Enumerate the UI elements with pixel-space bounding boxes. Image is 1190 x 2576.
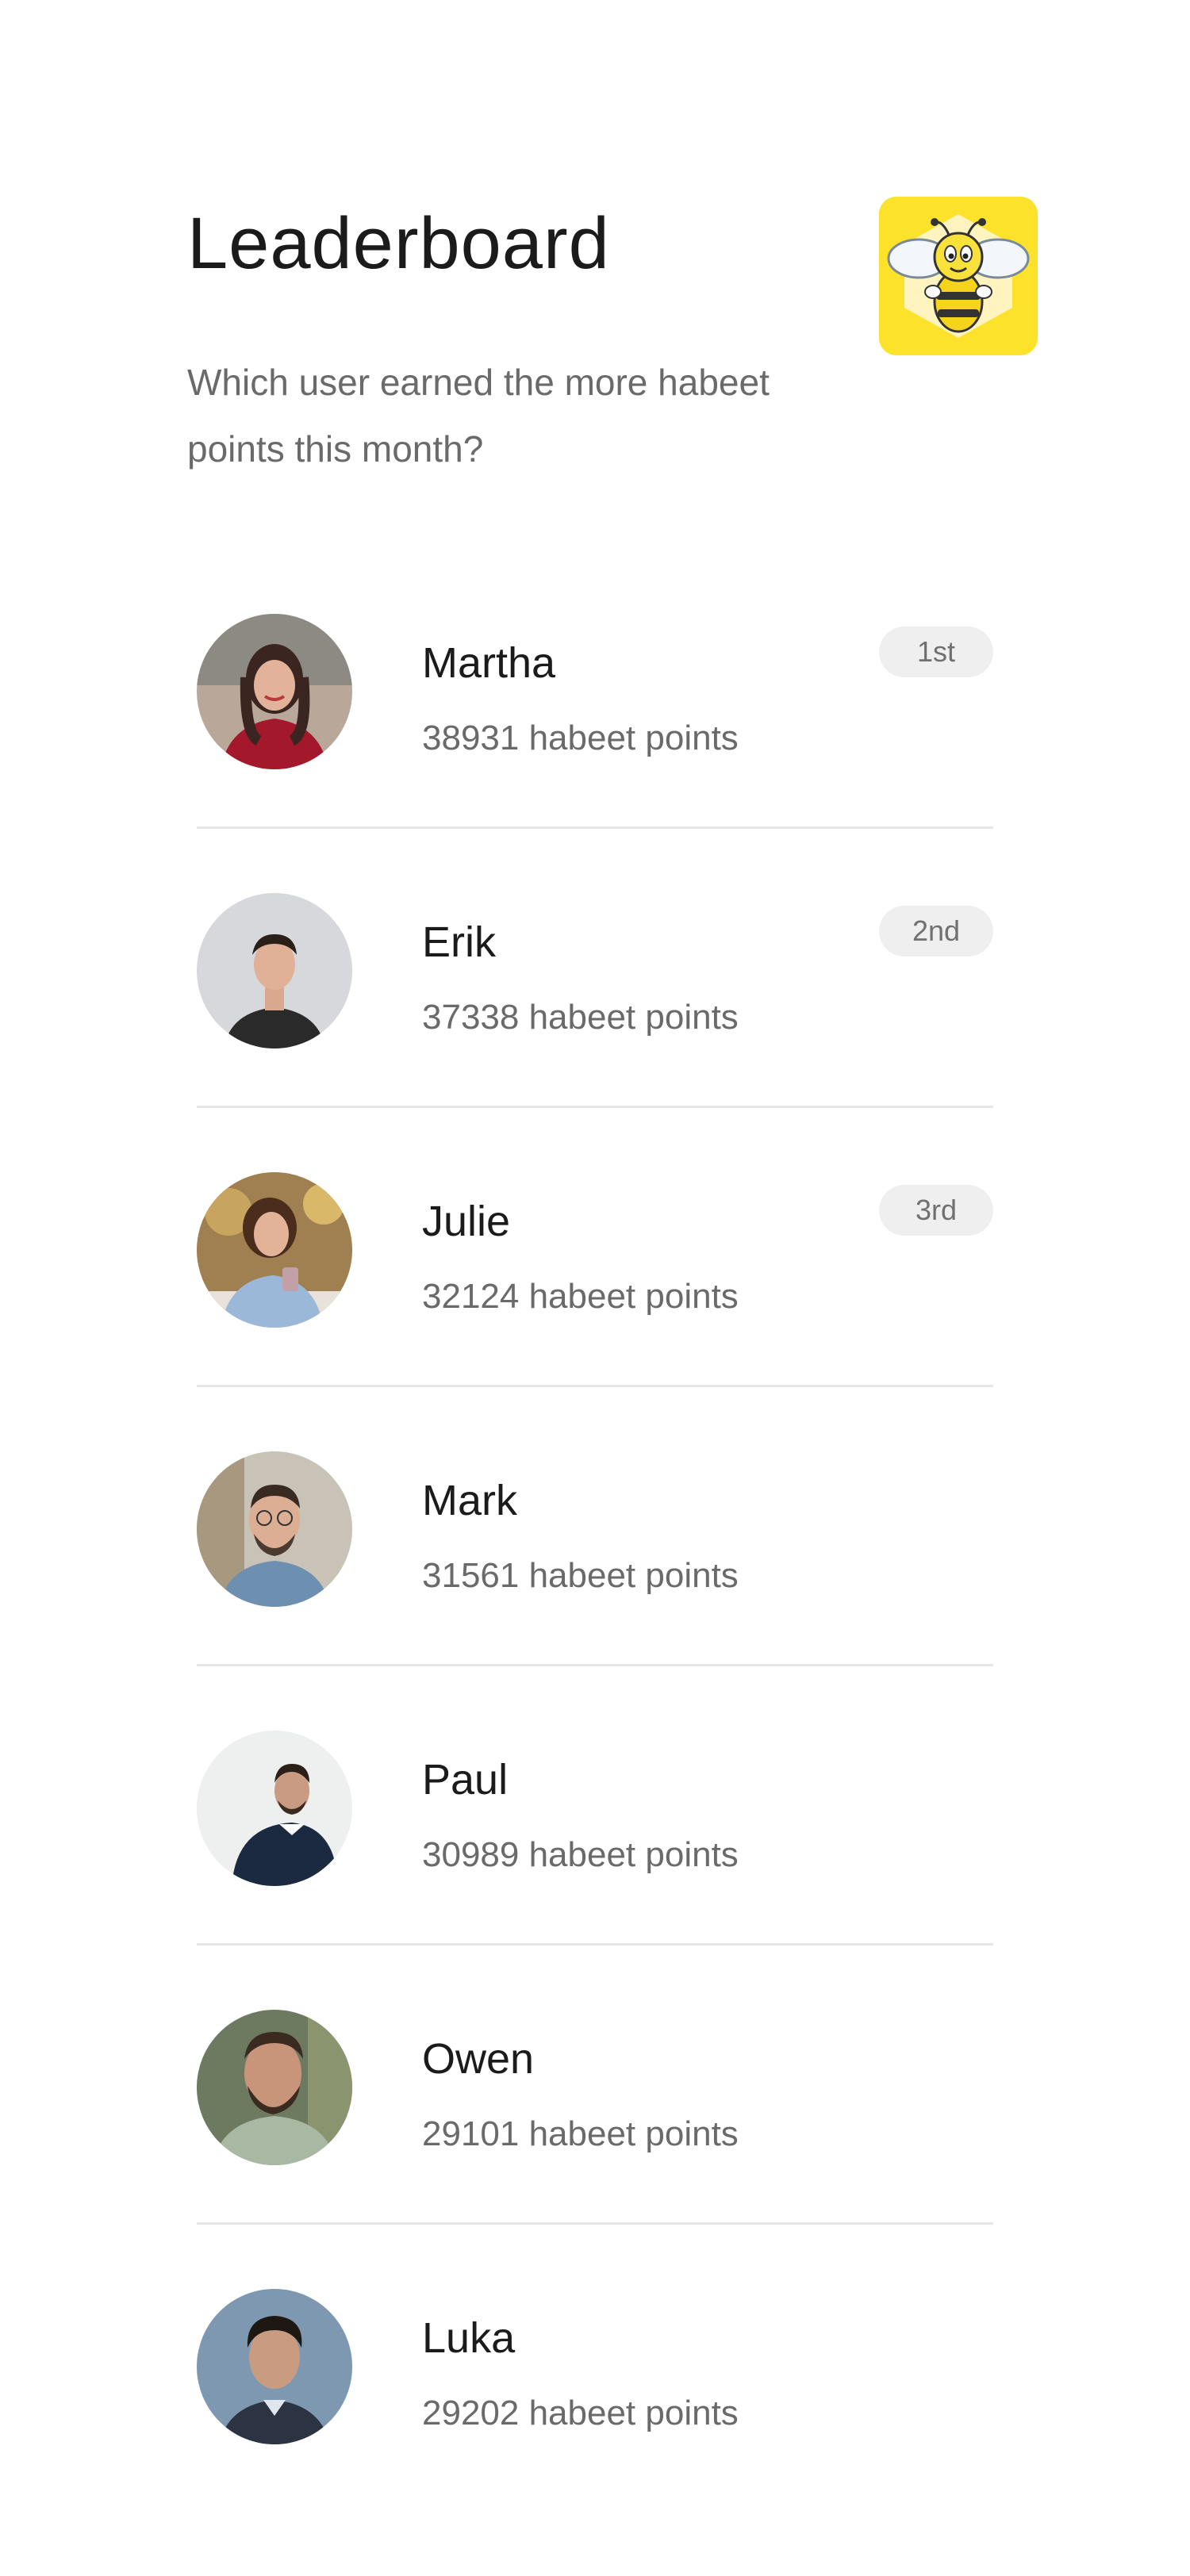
avatar [197,1451,352,1607]
user-name: Julie [422,1198,511,1245]
user-name: Luka [422,2314,516,2362]
row-divider [197,1943,993,1945]
bee-mascot-icon [879,197,1038,355]
user-points: 37338 habeet points [422,998,739,1037]
rank-badge: 2nd [879,906,993,956]
row-divider [197,1106,993,1108]
user-name: Paul [422,1756,509,1804]
row-divider [197,1664,993,1666]
row-divider [197,2222,993,2225]
user-name: Martha [422,639,556,687]
avatar [197,2010,352,2165]
user-name: Erik [422,918,496,966]
user-points: 29202 habeet points [422,2394,739,2432]
user-name: Owen [422,2035,535,2083]
avatar [197,2289,352,2444]
user-points: 29101 habeet points [422,2114,739,2153]
user-points: 38931 habeet points [422,719,739,757]
rank-badge: 1st [879,627,993,677]
row-divider [197,1385,993,1387]
user-points: 30989 habeet points [422,1835,739,1874]
avatar [197,893,352,1048]
page-subtitle: Which user earned the more habeet points… [187,362,770,470]
avatar [197,1731,352,1886]
leaderboard-row[interactable]: Owen 29101 habeet points [0,2010,1190,2289]
avatar [197,1172,352,1328]
page-title: Leaderboard [187,203,610,284]
leaderboard-row[interactable]: Luka 29202 habeet points [0,2289,1190,2568]
leaderboard-row[interactable]: Martha 38931 habeet points 1st [0,614,1190,893]
user-points: 32124 habeet points [422,1277,739,1316]
row-divider [197,826,993,829]
leaderboard-row[interactable]: Erik 37338 habeet points 2nd [0,893,1190,1172]
leaderboard-row[interactable]: Julie 32124 habeet points 3rd [0,1172,1190,1451]
user-name: Mark [422,1477,517,1524]
leaderboard-screen: Leaderboard Which user earned the more h… [0,0,1190,2576]
rank-badge: 3rd [879,1185,993,1236]
leaderboard-row[interactable]: Mark 31561 habeet points [0,1451,1190,1731]
leaderboard-row[interactable]: Paul 30989 habeet points [0,1731,1190,2010]
avatar [197,614,352,769]
user-points: 31561 habeet points [422,1556,739,1595]
